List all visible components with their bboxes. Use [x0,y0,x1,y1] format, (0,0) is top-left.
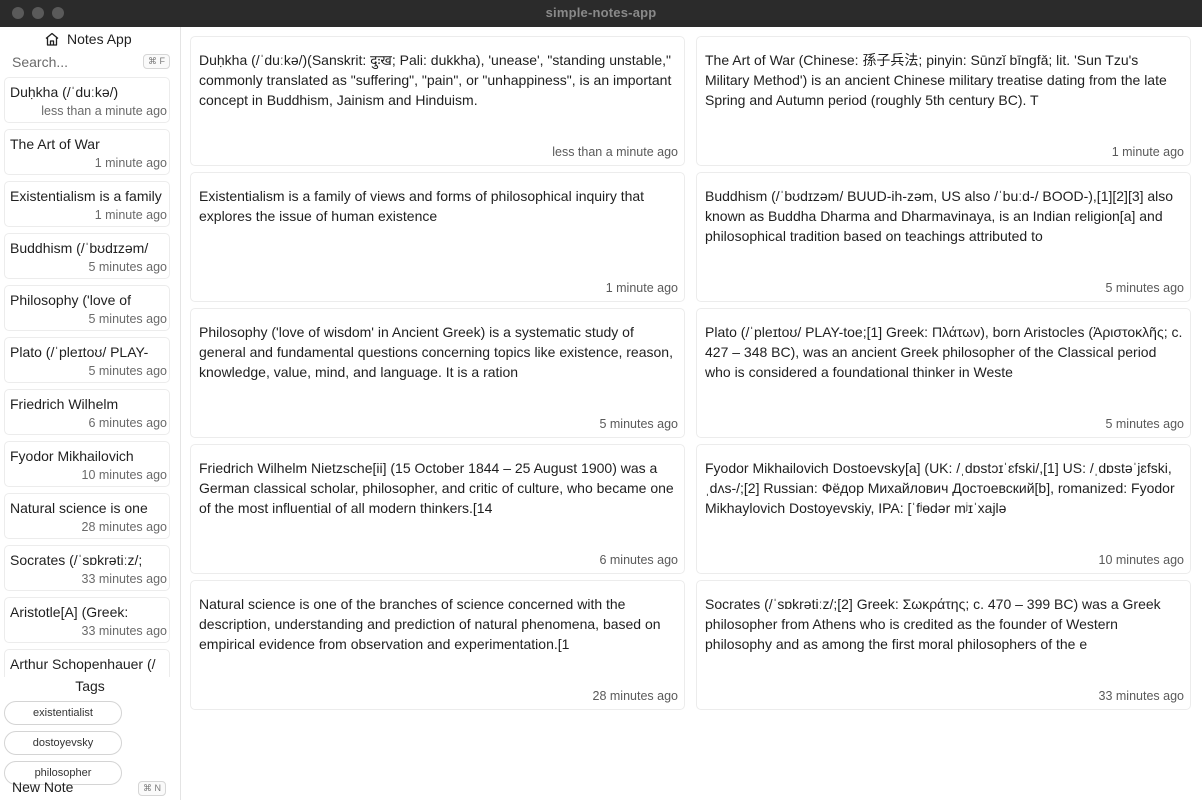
sidebar: Notes App Search... ⌘ F Duḥkha (/ˈduːkə/… [0,27,181,800]
note-list-item[interactable]: The Art of War 1 minute ago [4,129,170,175]
note-list-item[interactable]: Existentialism is a family 1 minute ago [4,181,170,227]
home-link[interactable]: Notes App [44,30,132,48]
window-title: simple-notes-app [545,5,657,20]
note-card-time: 1 minute ago [1111,145,1184,159]
note-list-item-time: 33 minutes ago [81,572,167,586]
note-list-item[interactable]: Fyodor Mikhailovich 10 minutes ago [4,441,170,487]
tags-heading: Tags [75,678,105,694]
note-list-item[interactable]: Duḥkha (/ˈduːkə/) less than a minute ago [4,77,170,123]
new-note-shortcut: ⌘ N [138,781,166,796]
note-list-item-title: Existentialism is a family [10,188,162,204]
note-card-time: 10 minutes ago [1098,553,1184,567]
note-card-time: 1 minute ago [605,281,678,295]
note-card[interactable]: Socrates (/ˈsɒkrətiːz/;[2] Greek: Σωκράτ… [696,580,1191,710]
note-list-item-time: 5 minutes ago [88,260,167,274]
note-list-item[interactable]: Philosophy ('love of 5 minutes ago [4,285,170,331]
app-title: Notes App [67,31,132,47]
note-list-item-title: Aristotle[A] (Greek: [10,604,129,620]
note-list: Duḥkha (/ˈduːkə/) less than a minute ago T… [4,77,174,677]
note-card[interactable]: Philosophy ('love of wisdom' in Ancient … [190,308,685,438]
home-icon [45,32,59,46]
note-list-item-time: 5 minutes ago [88,364,167,378]
tag-dostoyevsky[interactable]: dostoyevsky [4,731,122,755]
note-card-body: Buddhism (/ˈbʊdɪzəm/ BUUD-ih-zəm, US als… [705,188,1174,244]
search-shortcut: ⌘ F [143,54,170,69]
tag-existentialist[interactable]: existentialist [4,701,122,725]
note-list-item-time: 1 minute ago [94,156,167,170]
note-card[interactable]: Buddhism (/ˈbʊdɪzəm/ BUUD-ih-zəm, US als… [696,172,1191,302]
note-list-item-title: Fyodor Mikhailovich [10,448,134,464]
note-list-item-title: Arthur Schopenhauer (/ [10,656,156,672]
note-list-item[interactable]: Socrates (/ˈsɒkrətiːz/; 33 minutes ago [4,545,170,591]
note-list-item-title: Friedrich Wilhelm [10,396,119,412]
note-list-item-time: 5 minutes ago [88,312,167,326]
note-card-body: Friedrich Wilhelm Nietzsche[ii] (15 Octo… [199,460,674,516]
note-list-item-title: Philosophy ('love of [10,292,131,308]
note-card-body: Plato (/ˈpleɪtoʊ/ PLAY-toe;[1] Greek: Πλ… [705,324,1183,380]
note-card[interactable]: Natural science is one of the branches o… [190,580,685,710]
note-list-item-time: 33 minutes ago [81,624,167,638]
note-list-item[interactable]: Natural science is one 28 minutes ago [4,493,170,539]
note-list-item[interactable]: Arthur Schopenhauer (/ [4,649,170,677]
note-card-body: The Art of War (Chinese: 孫子兵法; pinyin: S… [705,52,1167,108]
note-card-time: 33 minutes ago [1098,689,1184,703]
note-list-item-time: 10 minutes ago [81,468,167,482]
note-list-item-title: The Art of War [10,136,100,152]
new-note-button[interactable]: New Note [12,779,73,795]
note-card-time: 28 minutes ago [592,689,678,703]
note-card[interactable]: Friedrich Wilhelm Nietzsche[ii] (15 Octo… [190,444,685,574]
note-list-item-time: 6 minutes ago [88,416,167,430]
note-list-item[interactable]: Friedrich Wilhelm 6 minutes ago [4,389,170,435]
note-card-time: 5 minutes ago [599,417,678,431]
note-card[interactable]: Plato (/ˈpleɪtoʊ/ PLAY-toe;[1] Greek: Πλ… [696,308,1191,438]
window-titlebar: simple-notes-app [0,0,1202,27]
note-card[interactable]: Duḥkha (/ˈduːkə/)(Sanskrit: दुःख; Pali: … [190,36,685,166]
note-list-item-title: Buddhism (/ˈbʊdɪzəm/ [10,240,149,256]
search-input[interactable]: Search... ⌘ F [12,52,170,72]
note-card[interactable]: The Art of War (Chinese: 孫子兵法; pinyin: S… [696,36,1191,166]
search-placeholder: Search... [12,54,69,70]
note-card-body: Natural science is one of the branches o… [199,596,661,652]
note-list-item-title: Plato (/ˈpleɪtoʊ/ PLAY- [10,344,149,360]
note-card-body: Duḥkha (/ˈduːkə/)(Sanskrit: दुःख; Pali: … [199,52,672,108]
note-list-item-time: 28 minutes ago [81,520,167,534]
note-list-item-title: Socrates (/ˈsɒkrətiːz/; [10,552,143,568]
note-card-time: 5 minutes ago [1105,417,1184,431]
note-card-time: 5 minutes ago [1105,281,1184,295]
note-card-body: Philosophy ('love of wisdom' in Ancient … [199,324,673,380]
note-card[interactable]: Fyodor Mikhailovich Dostoevsky[a] (UK: /… [696,444,1191,574]
note-card-time: 6 minutes ago [599,553,678,567]
note-list-item-time: 1 minute ago [94,208,167,222]
note-card-body: Fyodor Mikhailovich Dostoevsky[a] (UK: /… [705,460,1175,516]
note-list-item[interactable]: Plato (/ˈpleɪtoʊ/ PLAY- 5 minutes ago [4,337,170,383]
note-card[interactable]: Existentialism is a family of views and … [190,172,685,302]
note-card-time: less than a minute ago [552,145,678,159]
note-list-item[interactable]: Buddhism (/ˈbʊdɪzəm/5 minutes ago [4,233,170,279]
notes-grid: Duḥkha (/ˈduːkə/)(Sanskrit: दुःख; Pali: … [181,27,1202,800]
note-list-item-title: Duḥkha (/ˈduːkə/) [10,84,119,100]
note-card-body: Socrates (/ˈsɒkrətiːz/;[2] Greek: Σωκράτ… [705,596,1161,652]
note-list-item[interactable]: Aristotle[A] (Greek: 33 minutes ago [4,597,170,643]
note-list-item-time: less than a minute ago [41,104,167,118]
note-list-item-title: Natural science is one [10,500,148,516]
note-card-body: Existentialism is a family of views and … [199,188,645,224]
